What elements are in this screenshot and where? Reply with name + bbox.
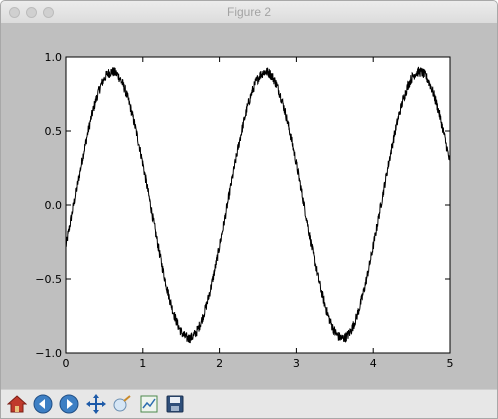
window-title: Figure 2 [226,5,272,19]
y-tick-label: −0.5 [35,273,62,286]
y-tick-label: 1.0 [45,51,63,64]
y-tick-label: −1.0 [35,347,62,360]
subplots-button[interactable] [138,393,160,415]
x-tick-label: 5 [447,357,454,370]
title-bar[interactable]: Figure 2 [1,1,497,24]
line-chart: 0 1 2 3 4 5 1.0 0.5 0.0 −0.5 −1.0 [35,51,454,370]
figure-canvas[interactable]: 0 1 2 3 4 5 1.0 0.5 0.0 −0.5 −1.0 [1,23,497,389]
pan-button[interactable] [85,393,107,415]
y-tick-label: 0.5 [45,125,63,138]
y-tick-label: 0.0 [45,199,63,212]
save-disk-icon [166,395,184,413]
home-button[interactable] [6,393,28,415]
forward-button[interactable] [58,393,80,415]
x-tick-label: 1 [139,357,146,370]
move-icon [86,394,106,414]
x-tick-label: 4 [370,357,377,370]
navigation-toolbar [1,389,497,418]
back-button[interactable] [32,393,54,415]
forward-arrow-icon [59,394,79,414]
home-icon [7,395,27,413]
back-arrow-icon [33,394,53,414]
subplots-config-icon [140,395,158,413]
figure-window: Figure 2 0 1 2 3 4 5 1.0 0.5 0.0 −0.5 −1.0 [0,0,498,419]
plot-area [65,56,451,354]
x-tick-label: 3 [293,357,300,370]
save-button[interactable] [164,393,186,415]
zoom-rect-icon [113,395,131,412]
x-tick-label: 0 [63,357,70,370]
zoom-button[interactable] [111,393,133,415]
x-tick-label: 2 [216,357,223,370]
